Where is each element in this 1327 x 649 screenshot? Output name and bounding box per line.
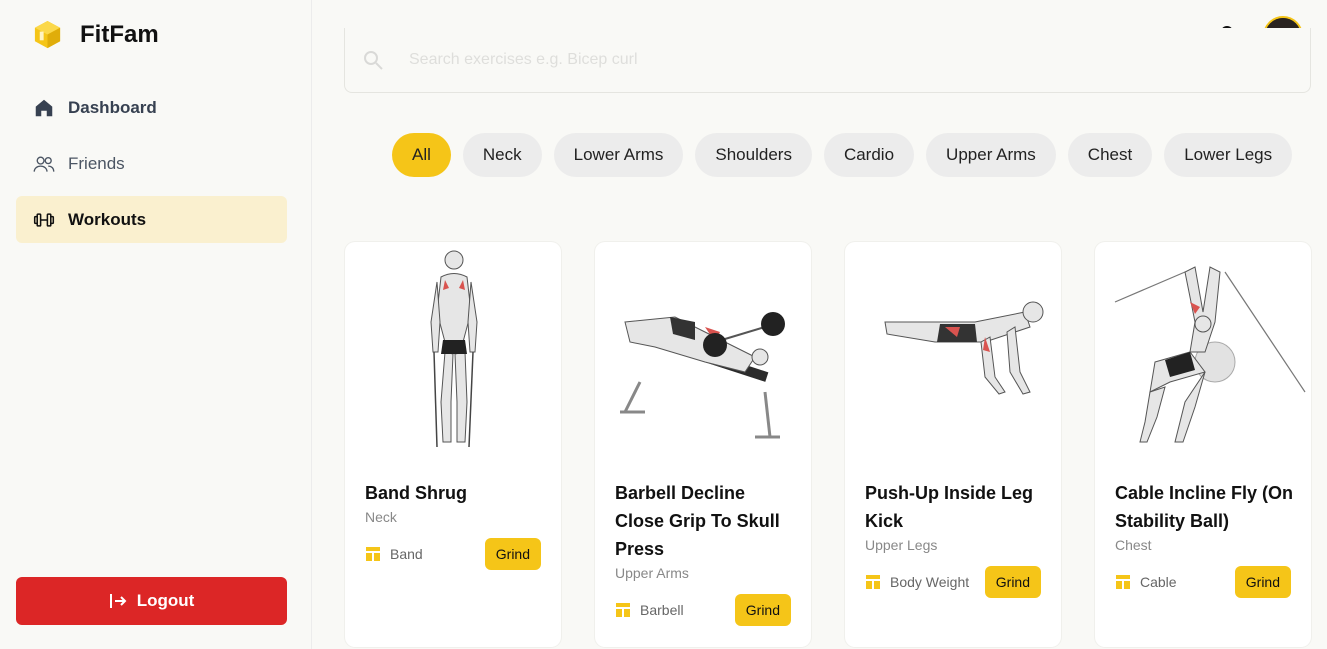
chip-cardio[interactable]: Cardio bbox=[823, 133, 915, 177]
sidebar-item-dashboard[interactable]: Dashboard bbox=[16, 84, 287, 131]
sidebar-nav: Dashboard Friends Workouts bbox=[16, 84, 287, 252]
equipment-label: Barbell bbox=[640, 602, 684, 618]
equipment-info: Band bbox=[365, 546, 423, 562]
workout-details: Neck Band Grind bbox=[365, 508, 541, 570]
grind-button[interactable]: Grind bbox=[484, 538, 541, 570]
workout-title: Band Shrug bbox=[365, 483, 467, 503]
sidebar-item-friends[interactable]: Friends bbox=[16, 140, 287, 187]
exercise-illustration bbox=[430, 250, 478, 448]
workout-category: Neck bbox=[365, 509, 397, 525]
workout-card[interactable]: Barbell Decline Close Grip To Skull Pres… bbox=[595, 242, 811, 647]
chip-chest[interactable]: Chest bbox=[1067, 133, 1153, 177]
exercise-illustration bbox=[620, 312, 785, 439]
workout-grid: Band Shrug Neck Band Grind Barbell Decli… bbox=[345, 242, 1311, 647]
chip-all[interactable]: All bbox=[392, 133, 451, 177]
workout-title: Push-Up Inside Leg Kick bbox=[865, 483, 1034, 531]
workout-category: Upper Legs bbox=[865, 537, 938, 553]
home-icon bbox=[33, 97, 55, 119]
workout-footer: Band Grind bbox=[365, 538, 541, 570]
logout-label: Logout bbox=[136, 591, 195, 610]
exercise-illustration bbox=[884, 301, 1044, 395]
app-name: FitFam bbox=[80, 20, 159, 48]
chip-lower-legs[interactable]: Lower Legs bbox=[1164, 133, 1293, 177]
sidebar-item-workouts[interactable]: Workouts bbox=[16, 196, 287, 243]
workout-footer: Cable Grind bbox=[1115, 566, 1291, 598]
sidebar-item-label: Workouts bbox=[68, 209, 147, 229]
search-icon bbox=[364, 51, 383, 70]
equipment-icon bbox=[1116, 575, 1130, 589]
grind-button[interactable]: Grind bbox=[1234, 566, 1291, 598]
workout-category: Chest bbox=[1115, 537, 1152, 553]
users-icon bbox=[33, 153, 55, 175]
equipment-label: Cable bbox=[1140, 574, 1177, 590]
grind-button[interactable]: Grind bbox=[734, 594, 791, 626]
workout-details: Chest Cable Grind bbox=[1115, 536, 1291, 598]
workout-title: Barbell Decline Close Grip To Skull Pres… bbox=[615, 483, 780, 559]
search-input[interactable] bbox=[409, 44, 1289, 76]
chip-lower-arms[interactable]: Lower Arms bbox=[553, 133, 684, 177]
sidebar-item-label: Friends bbox=[68, 153, 125, 173]
workout-card[interactable]: Push-Up Inside Leg Kick Upper Legs Body … bbox=[845, 242, 1061, 647]
equipment-label: Band bbox=[390, 546, 423, 562]
workout-card[interactable]: Cable Incline Fly (On Stability Ball) Ch… bbox=[1095, 242, 1311, 647]
workout-category: Upper Arms bbox=[615, 565, 689, 581]
equipment-icon bbox=[866, 575, 880, 589]
workout-details: Upper Legs Body Weight Grind bbox=[865, 536, 1041, 598]
dumbbell-icon bbox=[33, 209, 55, 231]
logout-icon bbox=[109, 593, 127, 609]
workout-footer: Barbell Grind bbox=[615, 594, 791, 626]
equipment-info: Barbell bbox=[615, 602, 684, 618]
equipment-icon bbox=[366, 547, 380, 561]
chip-neck[interactable]: Neck bbox=[462, 133, 542, 177]
equipment-icon bbox=[616, 603, 630, 617]
brand[interactable]: FitFam bbox=[32, 19, 159, 50]
sidebar-item-label: Dashboard bbox=[68, 97, 157, 117]
workout-title: Cable Incline Fly (On Stability Ball) bbox=[1115, 483, 1294, 531]
workout-details: Upper Arms Barbell Grind bbox=[615, 564, 791, 626]
workout-footer: Body Weight Grind bbox=[865, 566, 1041, 598]
equipment-info: Body Weight bbox=[865, 574, 969, 590]
cube-logo-icon bbox=[34, 20, 61, 49]
logout-button[interactable]: Logout bbox=[16, 577, 287, 625]
grind-button[interactable]: Grind bbox=[984, 566, 1041, 598]
exercise-illustration bbox=[1114, 266, 1306, 443]
chip-upper-arms[interactable]: Upper Arms bbox=[926, 133, 1056, 177]
sidebar: FitFam Dashboard Friends Workouts Logout bbox=[0, 0, 312, 649]
equipment-info: Cable bbox=[1115, 574, 1177, 590]
equipment-label: Body Weight bbox=[890, 574, 970, 590]
body-part-filter: All Neck Lower Arms Shoulders Cardio Upp… bbox=[392, 133, 1304, 177]
search-bar bbox=[344, 28, 1311, 93]
workout-card[interactable]: Band Shrug Neck Band Grind bbox=[345, 242, 561, 647]
chip-shoulders[interactable]: Shoulders bbox=[695, 133, 812, 177]
